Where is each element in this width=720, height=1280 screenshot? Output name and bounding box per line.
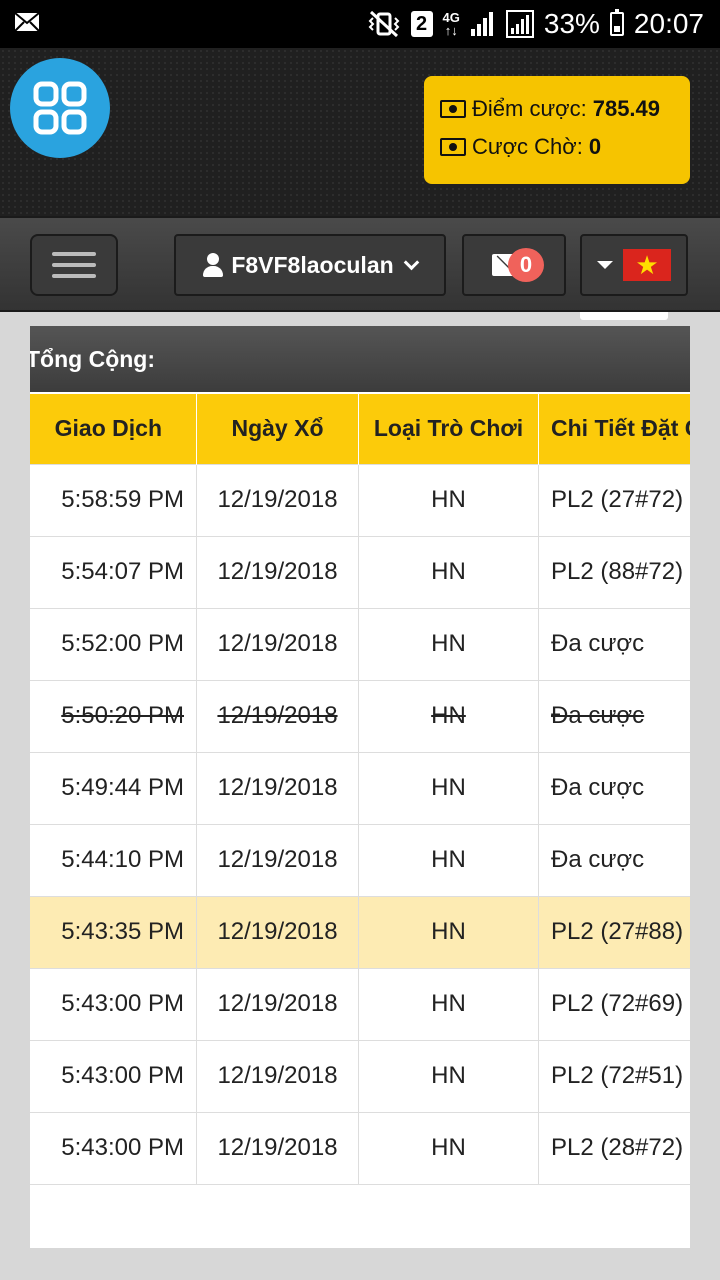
- clock: 20:07: [633, 8, 704, 39]
- status-bar: 2 4G ↑↓ 33% 20:07: [0, 0, 720, 48]
- table-row[interactable]: 5:52:00 PM 12/19/2018 HN Đa cược: [30, 607, 690, 681]
- mail-notification-icon: [14, 12, 40, 32]
- cell-date: 12/19/2018: [196, 535, 359, 609]
- cell-game: HN: [358, 823, 539, 897]
- cell-detail: Đa cược: [538, 607, 690, 681]
- cell-time: 5:43:00 PM: [30, 1111, 197, 1185]
- table-row[interactable]: 5:44:10 PM 12/19/2018 HN Đa cược: [30, 823, 690, 897]
- cell-detail: PL2 (27#72): [538, 463, 690, 537]
- chevron-down-icon: [403, 254, 419, 270]
- vietnam-flag-icon: ★: [623, 249, 671, 281]
- total-label: Tổng Cộng:: [30, 345, 156, 372]
- bet-history-panel: Tổng Cộng: Giao Dịch Ngày Xổ Loại Trò Ch…: [30, 312, 690, 1248]
- signal-strength-icon: [470, 12, 493, 36]
- cell-time: 5:52:00 PM: [30, 607, 197, 681]
- balance-label: Điểm cược:: [472, 96, 587, 121]
- sim-slot-icon: 2: [410, 11, 433, 37]
- cell-detail: PL2 (72#51): [538, 1039, 690, 1113]
- battery-icon: [609, 9, 624, 36]
- cell-date: 12/19/2018: [196, 1039, 359, 1113]
- pending-value: 0: [588, 134, 602, 159]
- cell-game: HN: [358, 1111, 539, 1185]
- table-row[interactable]: 5:58:59 PM 12/19/2018 HN PL2 (27#72): [30, 463, 690, 537]
- cell-date: 12/19/2018: [196, 823, 359, 897]
- navbar: F8VF8laoculan 0 ★: [0, 216, 720, 312]
- cell-time: 5:43:00 PM: [30, 967, 197, 1041]
- cell-time: 5:43:00 PM: [30, 1039, 197, 1113]
- cell-date: 12/19/2018: [196, 751, 359, 825]
- total-bar: Tổng Cộng:: [30, 326, 690, 392]
- balance-value: 785.49: [592, 96, 661, 121]
- cell-game: HN: [358, 1039, 539, 1113]
- top-strip: [30, 312, 690, 326]
- pending-label: Cược Chờ:: [472, 134, 583, 159]
- col-header-game-type[interactable]: Loại Trò Chơi: [358, 394, 539, 464]
- cell-game: HN: [358, 535, 539, 609]
- hamburger-icon: [52, 245, 96, 285]
- money-icon: [440, 138, 466, 156]
- cell-detail: PL2 (72#69): [538, 967, 690, 1041]
- message-count-badge: 0: [508, 248, 544, 282]
- grid-apps-icon: [33, 81, 87, 135]
- hamburger-menu-button[interactable]: [30, 234, 118, 296]
- table-row-cancelled[interactable]: 5:50:20 PM 12/19/2018 HN Đa cược: [30, 679, 690, 753]
- cell-game: HN: [358, 751, 539, 825]
- cell-game: HN: [358, 463, 539, 537]
- money-icon: [440, 100, 466, 118]
- table-row[interactable]: 5:49:44 PM 12/19/2018 HN Đa cược: [30, 751, 690, 825]
- cell-detail: PL2 (27#88): [538, 895, 690, 969]
- cell-date: 12/19/2018: [196, 679, 359, 753]
- bet-table-scroll[interactable]: Giao Dịch Ngày Xổ Loại Trò Chơi Chi Tiết…: [30, 394, 690, 1185]
- balance-panel: Điểm cược: 785.49 Cược Chờ: 0: [424, 76, 690, 184]
- pending-row: Cược Chờ: 0: [440, 128, 674, 166]
- user-icon: [203, 253, 224, 277]
- signal-strength-icon-2: [505, 10, 534, 38]
- user-menu-button[interactable]: F8VF8laoculan: [174, 234, 446, 296]
- cell-time: 5:43:35 PM: [30, 895, 197, 969]
- cell-detail: PL2 (28#72): [538, 1111, 690, 1185]
- battery-percent: 33%: [543, 8, 600, 39]
- messages-button[interactable]: 0: [462, 234, 566, 296]
- username-label: F8VF8laoculan: [231, 251, 394, 278]
- col-header-draw-date[interactable]: Ngày Xổ: [196, 394, 359, 464]
- table-row[interactable]: 5:43:00 PM 12/19/2018 HN PL2 (72#51): [30, 1039, 690, 1113]
- cell-date: 12/19/2018: [196, 967, 359, 1041]
- network-type-label: 4G ↑↓: [442, 10, 460, 38]
- table-row-highlighted[interactable]: 5:43:35 PM 12/19/2018 HN PL2 (27#88): [30, 895, 690, 969]
- app-logo[interactable]: [10, 58, 110, 158]
- cell-date: 12/19/2018: [196, 463, 359, 537]
- cell-game: HN: [358, 967, 539, 1041]
- cell-time: 5:54:07 PM: [30, 535, 197, 609]
- caret-down-icon: [597, 261, 613, 269]
- cell-game: HN: [358, 607, 539, 681]
- cell-detail: PL2 (88#72): [538, 535, 690, 609]
- cell-game: HN: [358, 679, 539, 753]
- table-row[interactable]: 5:54:07 PM 12/19/2018 HN PL2 (88#72): [30, 535, 690, 609]
- table-header-row: Giao Dịch Ngày Xổ Loại Trò Chơi Chi Tiết…: [30, 394, 690, 464]
- cell-date: 12/19/2018: [196, 1111, 359, 1185]
- cell-detail: Đa cược: [538, 751, 690, 825]
- table-row[interactable]: 5:43:00 PM 12/19/2018 HN PL2 (72#69): [30, 967, 690, 1041]
- cell-detail: Đa cược: [538, 679, 690, 753]
- cell-time: 5:50:20 PM: [30, 679, 197, 753]
- mute-vibrate-icon: [368, 10, 399, 38]
- cell-time: 5:49:44 PM: [30, 751, 197, 825]
- cell-date: 12/19/2018: [196, 895, 359, 969]
- cell-game: HN: [358, 895, 539, 969]
- cell-date: 12/19/2018: [196, 607, 359, 681]
- col-header-bet-detail[interactable]: Chi Tiết Đặt Cược: [538, 394, 690, 464]
- table-row[interactable]: 5:43:00 PM 12/19/2018 HN PL2 (28#72): [30, 1111, 690, 1185]
- dropdown-tab[interactable]: [580, 312, 668, 320]
- cell-time: 5:44:10 PM: [30, 823, 197, 897]
- app-header: Điểm cược: 785.49 Cược Chờ: 0: [0, 48, 720, 216]
- cell-time: 5:58:59 PM: [30, 463, 197, 537]
- col-header-transaction[interactable]: Giao Dịch: [30, 394, 197, 464]
- balance-row: Điểm cược: 785.49: [440, 90, 674, 128]
- cell-detail: Đa cược: [538, 823, 690, 897]
- language-select-button[interactable]: ★: [580, 234, 688, 296]
- bet-history-table: Giao Dịch Ngày Xổ Loại Trò Chơi Chi Tiết…: [30, 394, 690, 1185]
